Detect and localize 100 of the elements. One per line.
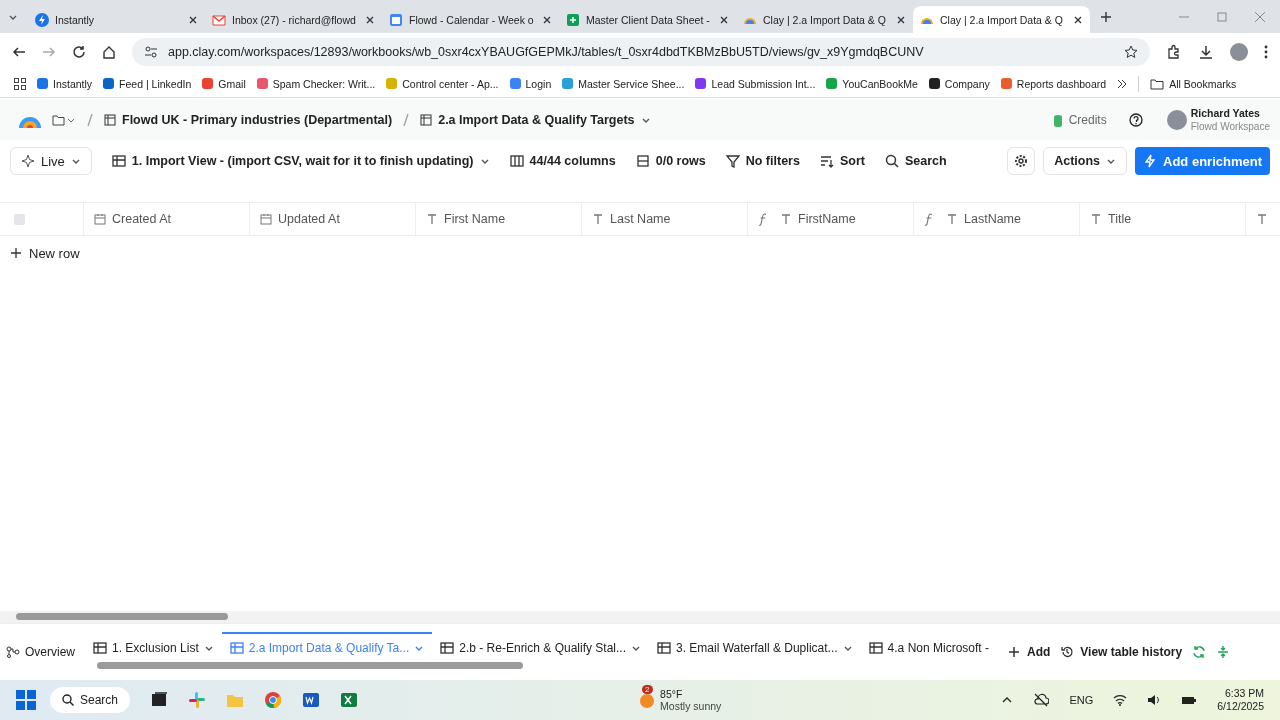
speaker-icon[interactable] xyxy=(1147,694,1162,706)
address-bar[interactable]: app.clay.com/workspaces/12893/workbooks/wb_0sxr4cxYBAUGfGEPMkJ/tables/t_0sxr4dbdTKBMzBbU5TD/views/gv_x9YgmdqBCUNV xyxy=(132,37,1150,66)
history-icon xyxy=(1060,645,1075,659)
browser-tab[interactable]: Flowd - Calendar - Week o xyxy=(382,6,559,33)
bookmark[interactable]: Instantly xyxy=(37,77,93,90)
horizontal-scrollbar[interactable] xyxy=(0,611,1280,623)
bookmark[interactable]: Gmail xyxy=(202,77,246,90)
word-icon[interactable] xyxy=(302,691,321,709)
windows-start-icon[interactable] xyxy=(16,690,36,710)
excel-icon[interactable] xyxy=(340,691,359,709)
diagram-icon xyxy=(6,646,20,658)
sheet-tab[interactable]: 4.a Non Microsoft - xyxy=(860,632,997,662)
sheet-tab[interactable]: 1. Exclusion List xyxy=(85,632,222,662)
bookmark[interactable]: Lead Submission Int... xyxy=(695,77,816,90)
download-icon[interactable] xyxy=(1198,43,1214,60)
bookmark[interactable]: Feed | LinkedIn xyxy=(103,77,192,90)
bookmark[interactable]: YouCanBookMe xyxy=(826,77,918,90)
rows-button[interactable]: 0/0 rows xyxy=(635,147,706,175)
text-type-icon xyxy=(592,213,604,225)
formula-icon xyxy=(924,212,934,226)
back-icon[interactable] xyxy=(12,44,26,59)
folder-icon[interactable] xyxy=(52,114,76,126)
chevrons-icon[interactable] xyxy=(1117,78,1128,89)
table-history-button[interactable]: View table history xyxy=(1060,638,1183,666)
bookmark[interactable]: Master Service Shee... xyxy=(562,77,685,90)
collapse-icon[interactable] xyxy=(1216,645,1231,659)
calendar-icon xyxy=(94,213,106,225)
taskbar-search[interactable]: Search xyxy=(50,687,131,713)
column-header[interactable]: FirstName xyxy=(747,203,913,235)
filter-button[interactable]: No filters xyxy=(725,147,800,175)
browser-tab[interactable]: Inbox (27) - richard@flowd xyxy=(205,6,382,33)
notification-badge: 2 xyxy=(642,685,653,694)
chrome-icon[interactable] xyxy=(264,691,283,709)
column-header[interactable]: LastName xyxy=(913,203,1079,235)
text-type-icon xyxy=(946,213,958,225)
actions-dropdown[interactable]: Actions xyxy=(1043,147,1128,175)
new-tab-icon[interactable] xyxy=(1100,10,1112,23)
credits-link[interactable]: Credits xyxy=(1052,113,1107,127)
bookmark[interactable]: All Bookmarks xyxy=(1150,77,1237,90)
home-icon[interactable] xyxy=(102,44,116,59)
clock[interactable]: 6:33 PM 6/12/2025 xyxy=(1217,687,1264,713)
browser-tab[interactable]: Clay | 2.a Import Data & Q xyxy=(913,6,1090,33)
reload-icon[interactable] xyxy=(72,44,86,59)
task-view-icon[interactable] xyxy=(150,691,169,709)
bookmark[interactable]: Company xyxy=(928,77,990,90)
settings-button[interactable] xyxy=(1007,147,1036,175)
column-header[interactable]: Updated At xyxy=(249,203,415,235)
star-icon[interactable] xyxy=(1124,44,1138,59)
apps-grid-icon[interactable] xyxy=(14,77,26,90)
breadcrumb-link[interactable]: Flowd UK - Primary industries (Departmental) xyxy=(104,113,393,127)
cloud-off-icon[interactable] xyxy=(1033,693,1050,707)
bookmark[interactable]: Control center - Ap... xyxy=(386,77,499,90)
search-button[interactable]: Search xyxy=(884,147,947,175)
close-icon[interactable] xyxy=(542,14,552,25)
weather-widget[interactable]: 2 85°F Mostly sunny xyxy=(638,688,722,712)
puzzle-icon[interactable] xyxy=(1166,43,1182,60)
new-row-button[interactable]: New row xyxy=(0,236,91,270)
view-dropdown[interactable]: 1. Import View - (import CSV, wait for it to finish updating) xyxy=(111,147,490,175)
wifi-icon[interactable] xyxy=(1113,694,1128,706)
language-indicator[interactable]: ENG xyxy=(1069,694,1094,706)
help-icon[interactable] xyxy=(1128,113,1143,127)
close-icon[interactable] xyxy=(188,14,198,25)
column-header[interactable]: Title xyxy=(1079,203,1245,235)
add-enrichment-button[interactable]: Add enrichment xyxy=(1135,147,1270,175)
overview-tab[interactable]: Overview xyxy=(6,637,75,667)
refresh-icon[interactable] xyxy=(1192,645,1207,659)
breadcrumb-link[interactable]: 2.a Import Data & Qualify Targets xyxy=(420,113,651,127)
user-menu[interactable]: Richard Yates Flowd Workspace xyxy=(1166,107,1270,133)
bookmark[interactable]: Spam Checker: Writ... xyxy=(256,77,376,90)
column-header[interactable]: Created At xyxy=(83,203,249,235)
bookmark[interactable]: Reports dashboard xyxy=(1000,77,1107,90)
close-icon[interactable] xyxy=(365,14,375,25)
formula-icon xyxy=(758,212,768,226)
slack-icon[interactable] xyxy=(188,691,207,709)
sort-button[interactable]: Sort xyxy=(819,147,865,175)
column-header[interactable]: Last Name xyxy=(581,203,747,235)
columns-button[interactable]: 44/44 columns xyxy=(509,147,616,175)
more-icon[interactable] xyxy=(1264,44,1268,59)
bookmark[interactable]: Login xyxy=(509,77,552,90)
browser-tab[interactable]: Clay | 2.a Import Data & Q xyxy=(736,6,913,33)
table-icon xyxy=(657,641,671,655)
browser-tab[interactable]: Master Client Data Sheet - xyxy=(559,6,736,33)
select-all-checkbox[interactable] xyxy=(14,213,25,225)
column-header[interactable]: First Name xyxy=(415,203,581,235)
live-dropdown[interactable]: Live xyxy=(10,147,92,175)
add-sheet-button[interactable]: Add xyxy=(1007,638,1051,666)
bolt-icon xyxy=(1143,154,1158,168)
sun-icon xyxy=(638,691,657,709)
table-icon xyxy=(868,641,883,655)
close-icon[interactable] xyxy=(896,14,906,25)
table-icon xyxy=(93,641,107,655)
filter-icon xyxy=(725,154,740,168)
battery-icon[interactable] xyxy=(1181,694,1198,706)
sheet-tab[interactable]: 2.b - Re-Enrich & Qualify Stal... xyxy=(432,632,649,662)
coins-icon xyxy=(1052,113,1063,127)
close-icon[interactable] xyxy=(1073,14,1083,25)
sheet-tab[interactable]: 3. Email Waterfall & Duplicat... xyxy=(649,632,861,662)
browser-tab[interactable]: Instantly xyxy=(28,6,205,33)
avatar[interactable] xyxy=(1230,42,1248,61)
close-icon[interactable] xyxy=(719,14,729,25)
